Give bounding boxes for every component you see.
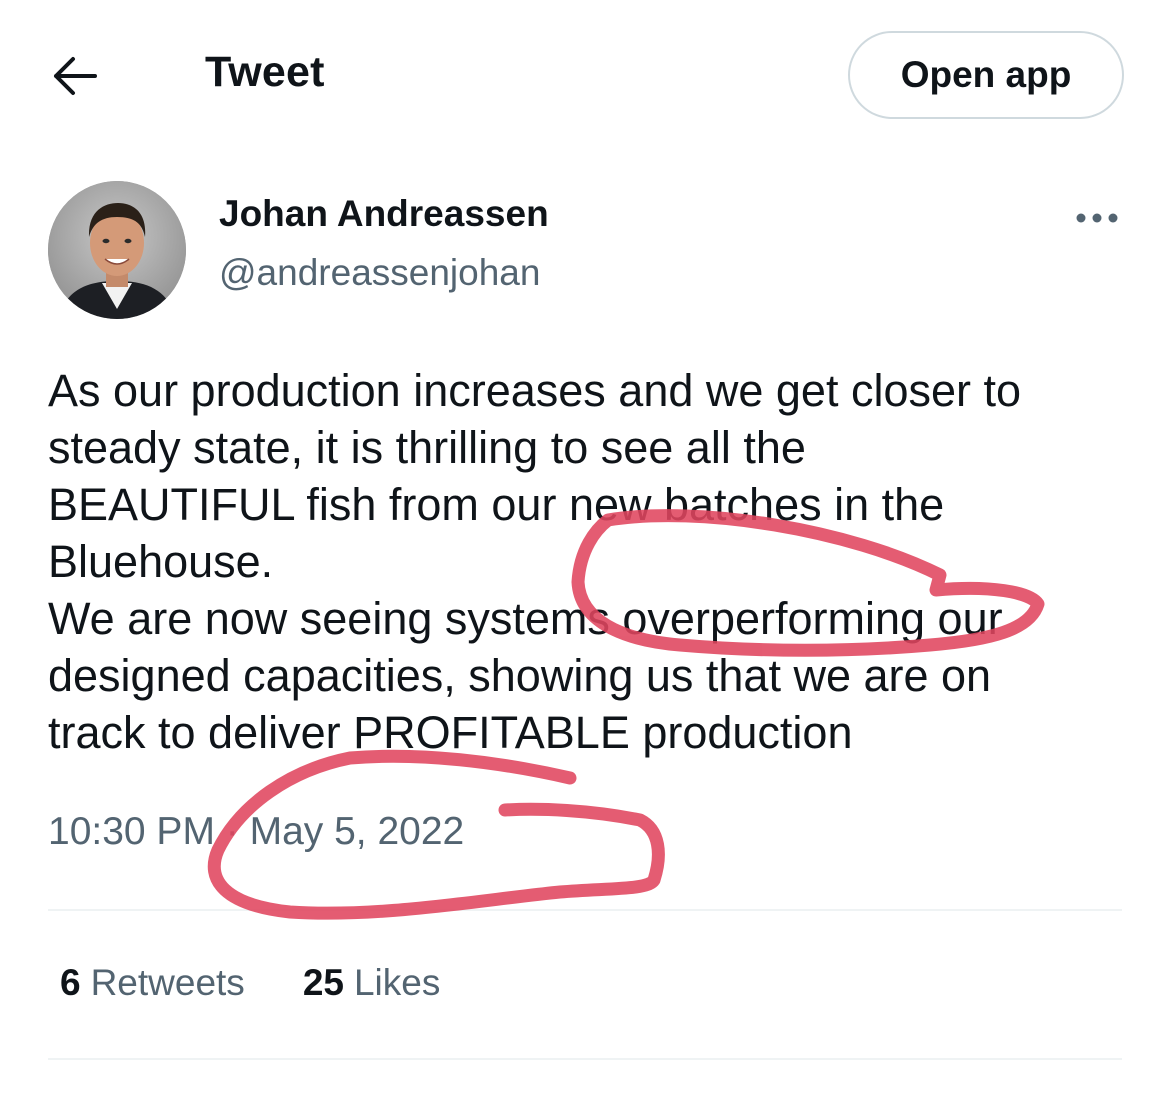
open-app-button[interactable]: Open app (848, 31, 1124, 119)
top-bar: Tweet Open app (0, 0, 1170, 150)
tweet-line: designed capacities, showing us that we … (48, 650, 992, 701)
divider (48, 1058, 1122, 1060)
tweet-page: Tweet Open app Johan Andreassen @andreas… (0, 0, 1170, 1103)
tweet-line: BEAUTIFUL fish from our new batches in t… (48, 479, 945, 530)
author-name[interactable]: Johan Andreassen (219, 193, 549, 235)
tweet-line: Bluehouse. (48, 536, 274, 587)
tweet-line: As our production increases and we get c… (48, 365, 1022, 416)
likes-count: 25 (302, 962, 344, 1003)
engagement-stats: 6 Retweets 25 Likes (60, 962, 498, 1004)
page-title: Tweet (205, 48, 325, 96)
avatar[interactable] (48, 181, 186, 319)
retweets-label: Retweets (90, 962, 245, 1003)
retweets-stat[interactable]: 6 Retweets (60, 962, 245, 1004)
divider (48, 909, 1122, 911)
ellipsis-icon (1076, 213, 1118, 223)
back-button[interactable] (44, 46, 104, 106)
tweet-timestamp[interactable]: 10:30 PM · May 5, 2022 (48, 810, 464, 854)
tweet-text: As our production increases and we get c… (48, 362, 1138, 761)
retweets-count: 6 (60, 962, 81, 1003)
more-options-button[interactable] (1070, 198, 1124, 238)
tweet-line: steady state, it is thrilling to see all… (48, 422, 806, 473)
likes-stat[interactable]: 25 Likes (303, 962, 441, 1004)
likes-label: Likes (353, 962, 441, 1003)
author-handle[interactable]: @andreassenjohan (219, 252, 540, 294)
avatar-image (48, 181, 186, 319)
tweet-line: We are now seeing systems overperforming… (48, 593, 1003, 644)
arrow-left-icon (54, 57, 97, 95)
tweet-line: track to deliver PROFITABLE production (48, 707, 853, 758)
